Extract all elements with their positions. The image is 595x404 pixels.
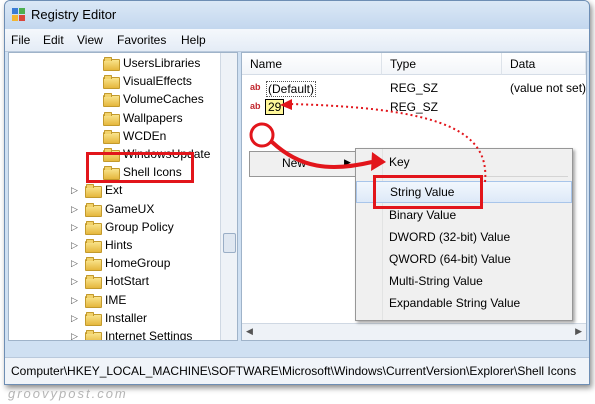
annotation-arrows [249, 99, 487, 183]
watermark-logo: groovypost.com [8, 386, 128, 401]
dotted-arrow-head-icon [280, 99, 292, 110]
dotted-arrow-to-new-value [289, 103, 487, 183]
red-arrow-head-icon [371, 152, 386, 171]
cursor-circle-annotation [249, 122, 275, 148]
red-arrow-to-submenu [270, 140, 373, 169]
